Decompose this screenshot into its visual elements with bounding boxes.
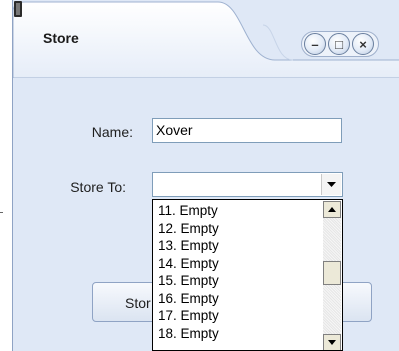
scroll-thumb[interactable] (323, 261, 341, 285)
window-title: Store (43, 30, 79, 46)
store-to-label: Store To: (70, 179, 126, 195)
chevron-down-icon (327, 181, 336, 187)
list-item[interactable]: 15. Empty (153, 272, 321, 290)
scroll-down-button[interactable] (323, 334, 341, 350)
list-item[interactable]: 11. Empty (153, 202, 321, 220)
list-item[interactable]: 13. Empty (153, 237, 321, 255)
list-item[interactable]: 16. Empty (153, 290, 321, 308)
title-bar[interactable]: Store – □ × (13, 0, 399, 78)
list-item[interactable]: 12. Empty (153, 220, 321, 238)
combo-dropdown-button[interactable] (321, 174, 341, 195)
list-item[interactable]: 14. Empty (153, 255, 321, 273)
list-item[interactable]: 17. Empty (153, 307, 321, 325)
store-icon (14, 1, 22, 17)
list-item[interactable]: 18. Empty (153, 325, 321, 343)
slot-list: 11. Empty 12. Empty 13. Empty 14. Empty … (153, 202, 321, 342)
store-button-label: Stor (125, 295, 151, 311)
name-label: Name: (91, 124, 133, 140)
store-to-dropdown-list[interactable]: 11. Empty 12. Empty 13. Empty 14. Empty … (152, 199, 343, 351)
arrow-up-icon (328, 207, 336, 212)
arrow-down-icon (328, 340, 336, 345)
dropdown-scrollbar[interactable] (323, 201, 341, 350)
maximize-icon: □ (335, 36, 343, 52)
scroll-up-button[interactable] (323, 201, 341, 218)
name-field[interactable]: Xover (152, 118, 342, 143)
edge-tick (0, 212, 3, 213)
window-controls: – □ × (301, 31, 387, 57)
minimize-button[interactable]: – (304, 33, 326, 55)
close-icon: × (359, 36, 367, 52)
store-to-combo[interactable] (152, 172, 343, 197)
close-button[interactable]: × (352, 33, 374, 55)
maximize-button[interactable]: □ (328, 33, 350, 55)
minimize-icon: – (311, 36, 319, 52)
